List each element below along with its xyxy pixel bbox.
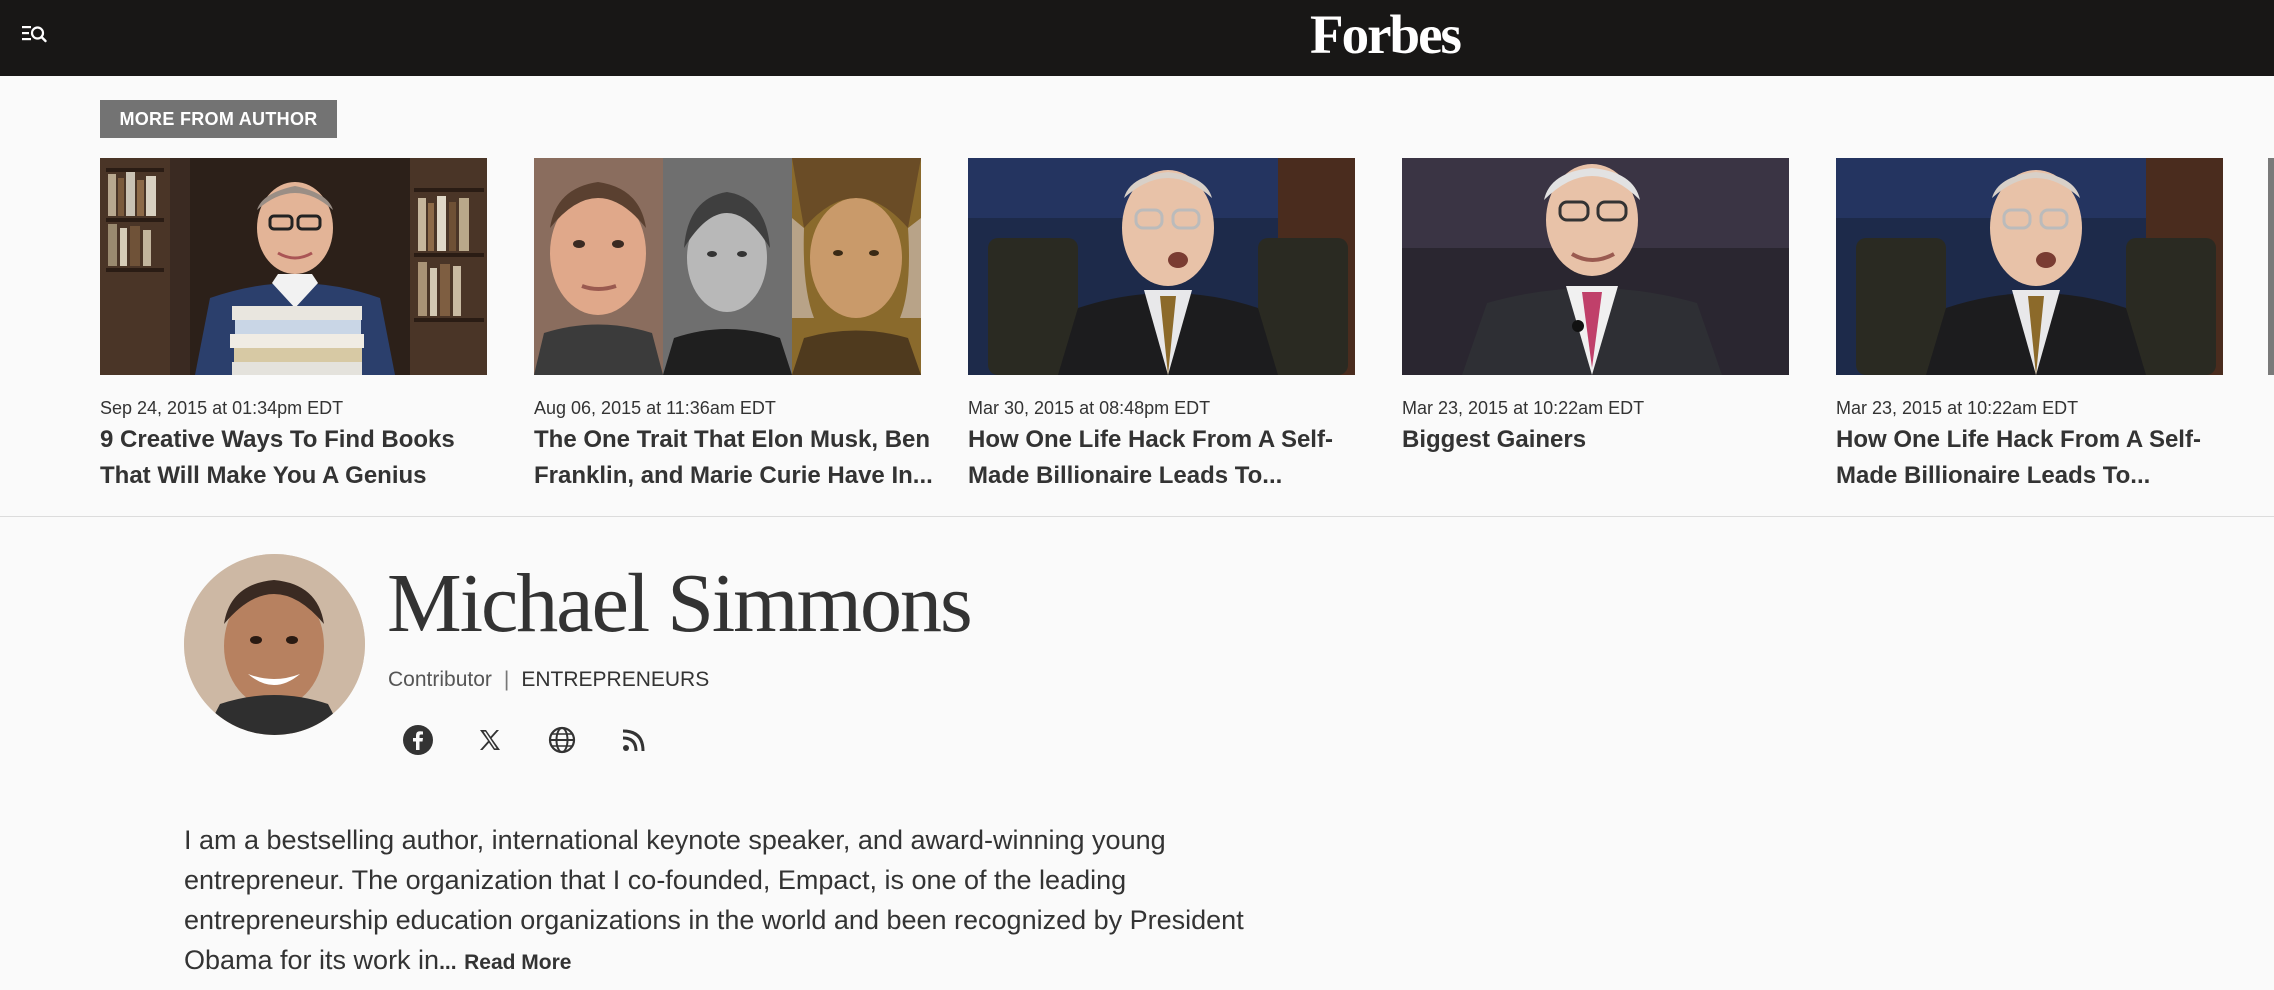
- author-name: Michael Simmons: [387, 557, 973, 650]
- article-card[interactable]: Sep 24, 2015 at 01:34pm EDT 9 Creative W…: [100, 158, 487, 489]
- article-date: Sep 24, 2015 at 01:34pm EDT: [100, 398, 344, 418]
- article-thumbnail[interactable]: [100, 158, 487, 375]
- x-icon[interactable]: [472, 722, 508, 758]
- article-title[interactable]: 9 Creative Ways To Find Books That Will …: [100, 422, 500, 494]
- author-bio-text: I am a bestselling author, international…: [184, 825, 1244, 975]
- article-thumbnail[interactable]: [534, 158, 921, 375]
- article-thumbnail[interactable]: [1836, 158, 2223, 375]
- article-card[interactable]: Mar 23, 2015 at 10:22am EDT Biggest Gain…: [1402, 158, 1789, 453]
- author-bio: I am a bestselling author, international…: [184, 820, 1244, 983]
- next-card-peek[interactable]: [2268, 158, 2274, 375]
- article-title[interactable]: How One Life Hack From A Self-Made Billi…: [1836, 422, 2236, 494]
- article-thumbnail[interactable]: [968, 158, 1355, 375]
- article-title[interactable]: How One Life Hack From A Self-Made Billi…: [968, 422, 1368, 494]
- author-profile: Michael Simmons Contributor | ENTREPRENEUR…: [0, 518, 2274, 990]
- top-navigation-bar: Forbes: [0, 0, 2274, 76]
- meta-separator: |: [503, 668, 510, 691]
- author-meta: Contributor | ENTREPRENEURS: [388, 668, 709, 692]
- article-title[interactable]: Biggest Gainers: [1402, 422, 1802, 494]
- facebook-icon[interactable]: [400, 722, 436, 758]
- menu-search-icon[interactable]: [20, 22, 48, 46]
- forbes-logo[interactable]: Forbes: [1300, 4, 1470, 66]
- more-from-author-label: MORE FROM AUTHOR: [100, 100, 337, 138]
- article-date: Mar 30, 2015 at 08:48pm EDT: [968, 398, 1211, 418]
- article-title[interactable]: The One Trait That Elon Musk, Ben Frankl…: [534, 422, 934, 494]
- rss-icon[interactable]: [616, 722, 652, 758]
- author-role: Contributor: [388, 668, 492, 691]
- more-from-author-carousel: MORE FROM AUTHOR Sep 24, 2015 at 01:34pm…: [0, 76, 2274, 517]
- article-card[interactable]: Mar 23, 2015 at 10:22am EDT How One Life…: [1836, 158, 2223, 489]
- article-card[interactable]: Aug 06, 2015 at 11:36am EDT The One Trai…: [534, 158, 933, 489]
- author-section-link[interactable]: ENTREPRENEURS: [521, 668, 709, 691]
- article-thumbnail[interactable]: [1402, 158, 1789, 375]
- globe-icon[interactable]: [544, 722, 580, 758]
- article-card[interactable]: Mar 30, 2015 at 08:48pm EDT How One Life…: [968, 158, 1355, 489]
- author-avatar: [184, 554, 365, 735]
- bio-ellipsis: ...: [439, 951, 457, 974]
- article-date: Aug 06, 2015 at 11:36am EDT: [534, 398, 776, 418]
- article-date: Mar 23, 2015 at 10:22am EDT: [1836, 398, 2079, 418]
- article-date: Mar 23, 2015 at 10:22am EDT: [1402, 398, 1645, 418]
- read-more-link[interactable]: Read More: [464, 951, 571, 974]
